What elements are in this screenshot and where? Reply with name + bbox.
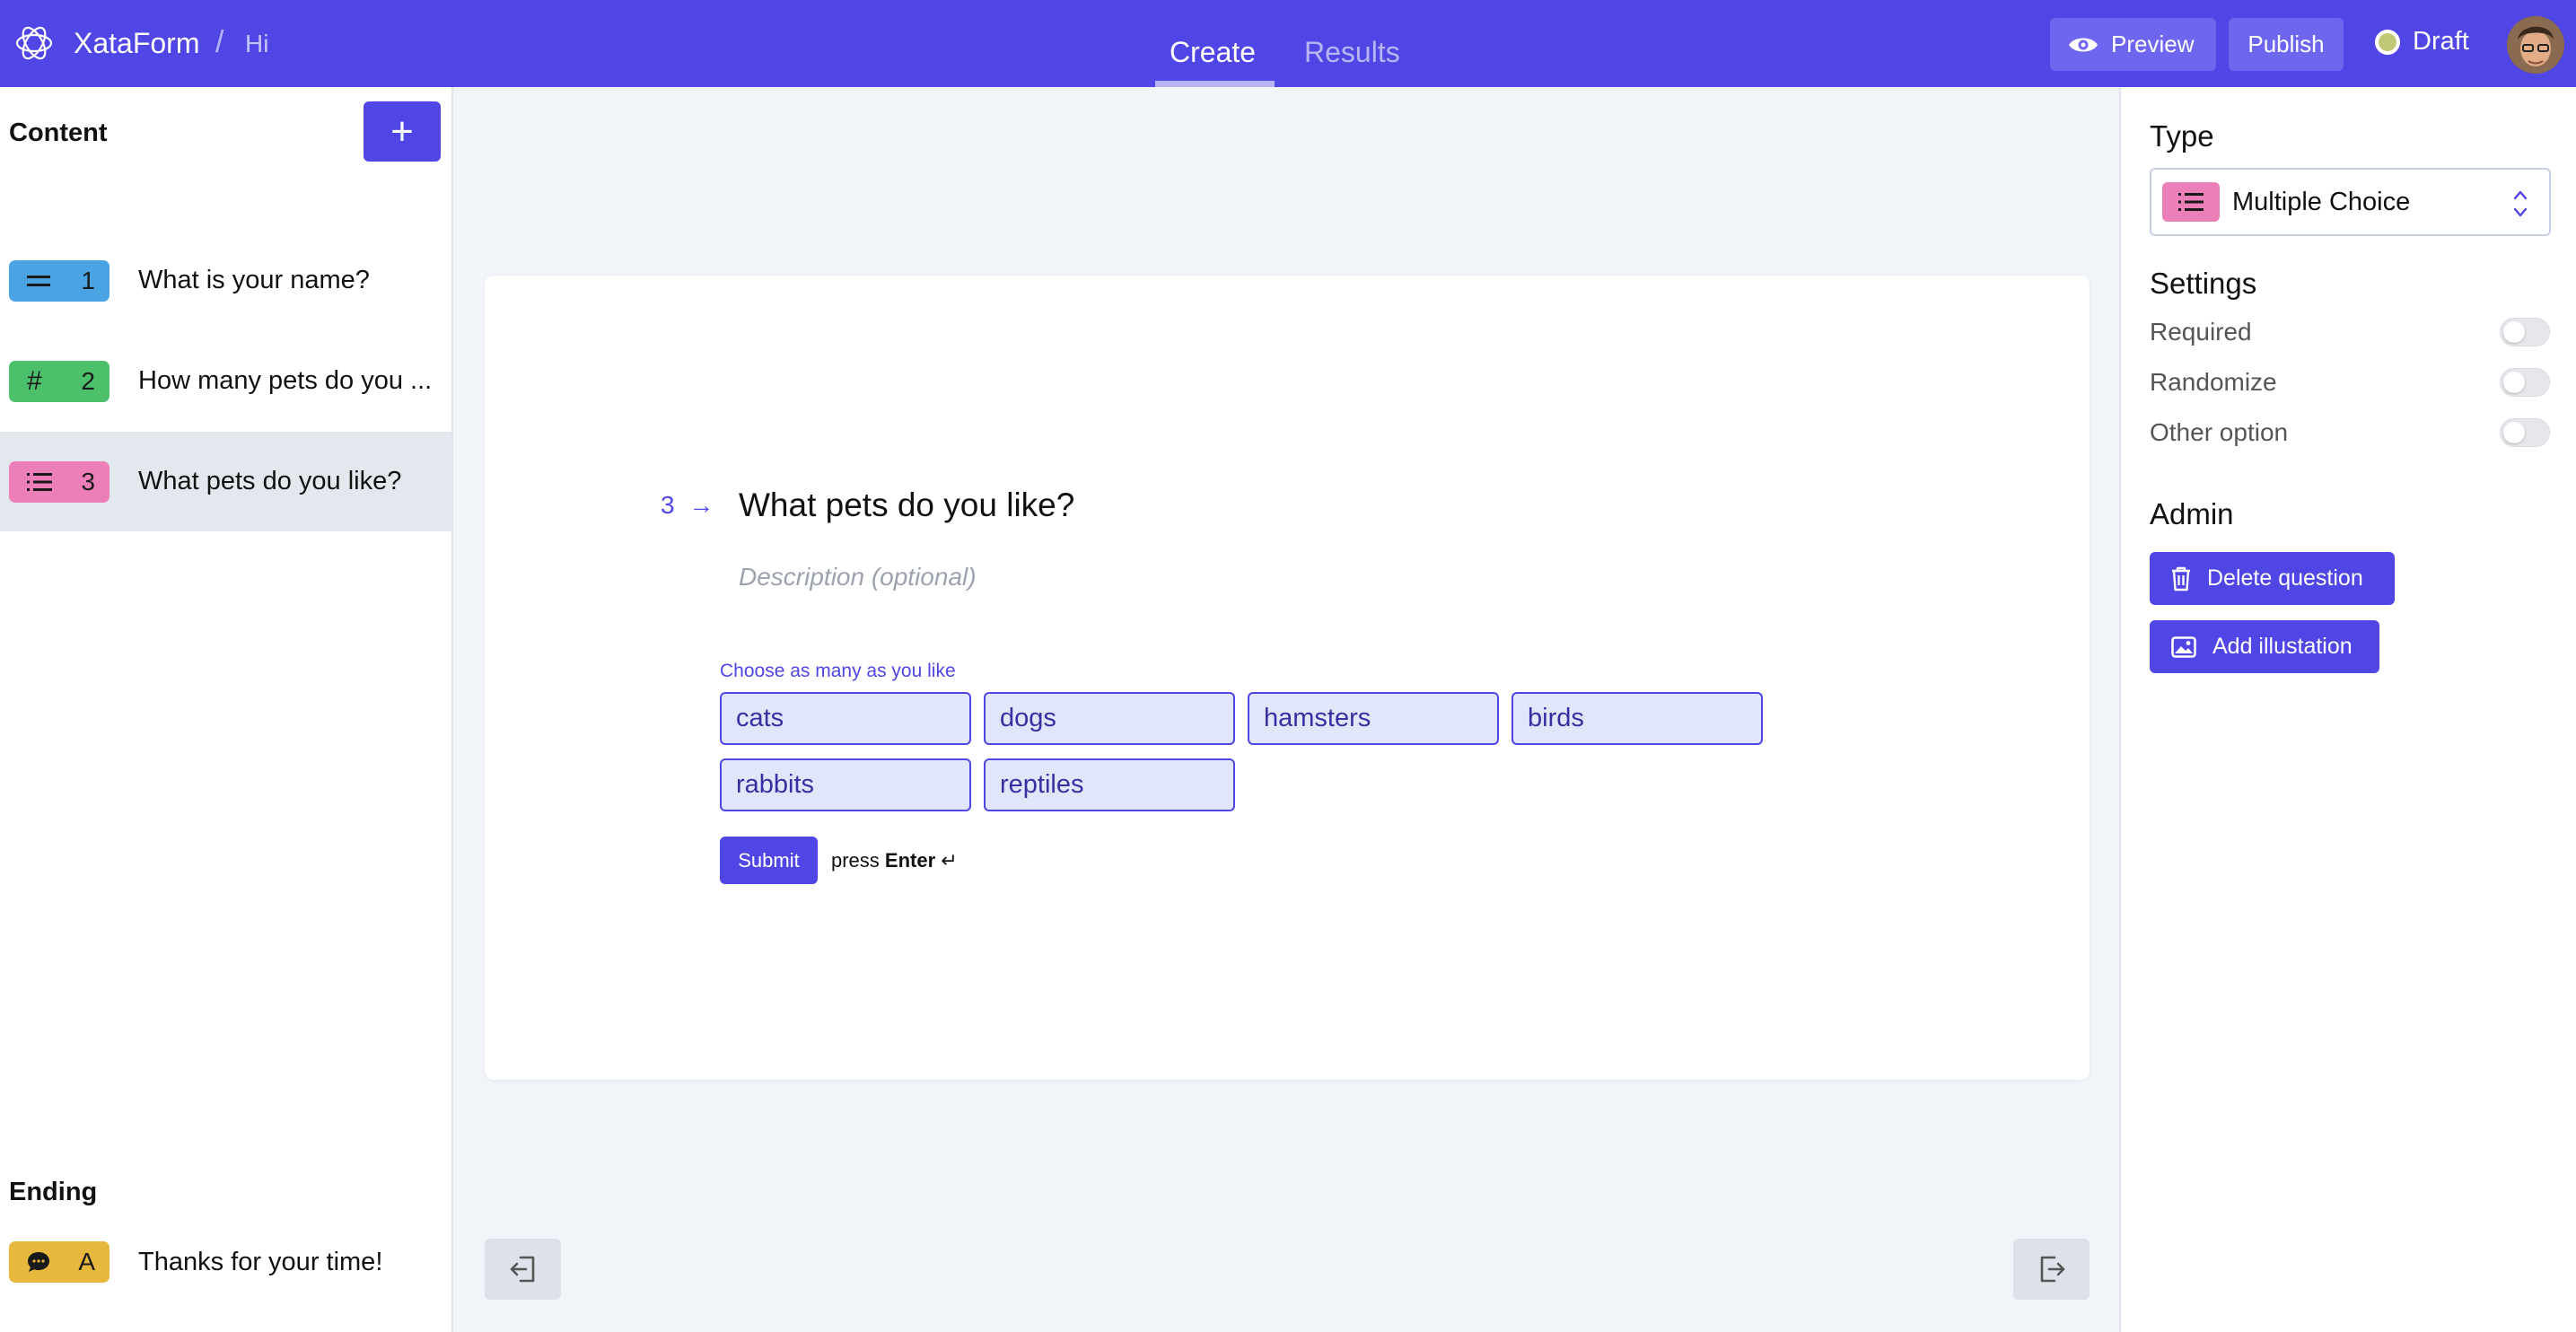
tab-create[interactable]: Create (1170, 36, 1256, 69)
choice-option[interactable]: dogs (984, 692, 1235, 745)
plus-icon: + (390, 109, 414, 153)
list-icon (2162, 182, 2220, 222)
image-icon (2171, 635, 2196, 658)
sign-in-arrow-icon (510, 1256, 534, 1283)
question-badge: 1 (9, 259, 110, 302)
preview-label: Preview (2111, 31, 2195, 57)
other-option-toggle[interactable] (2500, 418, 2550, 447)
randomize-toggle[interactable] (2500, 368, 2550, 397)
press-label: press (831, 849, 880, 872)
question-number: 3 (81, 467, 95, 495)
question-number-text: 3 (661, 491, 675, 519)
ending-badge: A (9, 1241, 110, 1283)
setting-label: Other option (2150, 418, 2289, 446)
sidebar-item-question-1[interactable]: 1 What is your name? (0, 231, 451, 330)
choice-option[interactable]: hamsters (1248, 692, 1499, 745)
question-badge: # 2 (9, 360, 110, 402)
ending-label: Thanks for your time! (138, 1247, 383, 1276)
enter-label: Enter (884, 849, 936, 872)
sidebar-item-question-3[interactable]: 3 What pets do you like? (0, 432, 451, 531)
chevron-up-down-icon (2513, 190, 2528, 217)
status-badge: Draft (2375, 27, 2469, 57)
choice-option[interactable]: rabbits (720, 758, 971, 811)
question-number-indicator: 3 → (661, 491, 714, 520)
question-title-input[interactable]: What pets do you like? (739, 486, 1074, 524)
setting-required: Required (2150, 314, 2550, 350)
app-name[interactable]: XataForm (74, 27, 199, 60)
setting-other-option: Other option (2150, 415, 2550, 451)
question-type-select[interactable]: Multiple Choice (2150, 168, 2551, 236)
active-tab-indicator (1155, 81, 1275, 87)
avatar[interactable] (2507, 16, 2564, 74)
sidebar-item-question-2[interactable]: # 2 How many pets do you ... (0, 331, 451, 431)
question-label: What pets do you like? (138, 467, 402, 495)
publish-label: Publish (2247, 31, 2325, 57)
type-title: Type (2150, 119, 2214, 153)
add-illustration-label: Add illustation (2212, 634, 2353, 659)
xataform-logo-icon[interactable] (13, 22, 56, 65)
choice-option[interactable]: reptiles (984, 758, 1235, 811)
sidebar-item-ending[interactable]: A Thanks for your time! (0, 1222, 451, 1302)
question-badge: 3 (9, 460, 110, 503)
trash-icon (2172, 566, 2190, 591)
hash-icon: # (27, 365, 42, 396)
choice-hint: Choose as many as you like (720, 661, 956, 681)
type-value: Multiple Choice (2232, 187, 2411, 216)
question-number: 1 (81, 266, 95, 294)
setting-randomize: Randomize (2150, 364, 2550, 400)
ending-title: Ending (9, 1178, 98, 1206)
required-toggle[interactable] (2500, 318, 2550, 346)
form-name[interactable]: Hi (245, 30, 268, 58)
question-description-input[interactable]: Description (optional) (739, 563, 977, 592)
add-illustration-button[interactable]: Add illustation (2150, 620, 2379, 673)
delete-question-label: Delete question (2207, 565, 2363, 591)
tab-results[interactable]: Results (1304, 36, 1400, 69)
preview-button[interactable]: Preview (2050, 18, 2216, 71)
submit-label: Submit (738, 848, 800, 872)
text-lines-icon (27, 275, 50, 286)
press-enter-hint: press Enter ↵ (831, 849, 958, 872)
settings-title: Settings (2150, 267, 2257, 300)
eye-icon (2069, 38, 2098, 51)
top-bar: XataForm / Hi Create Results Preview Pub… (0, 0, 2576, 87)
question-label: What is your name? (138, 266, 370, 294)
settings-panel: Type Multiple Choice Settings Required R… (2119, 87, 2576, 1332)
breadcrumb-separator: / (215, 25, 224, 59)
publish-button[interactable]: Publish (2229, 18, 2344, 71)
arrow-right-icon: → (688, 491, 714, 519)
setting-label: Required (2150, 318, 2252, 346)
question-label: How many pets do you ... (138, 366, 433, 395)
previous-question-button[interactable] (485, 1239, 561, 1300)
sidebar: Content + 1 What is your name? # 2 How m… (0, 87, 453, 1332)
status-dot-icon (2375, 29, 2400, 55)
admin-title: Admin (2150, 497, 2234, 530)
choice-option[interactable]: birds (1511, 692, 1763, 745)
chat-bubble-icon (28, 1252, 49, 1272)
list-icon (27, 472, 52, 491)
content-title: Content (9, 118, 108, 147)
next-question-button[interactable] (2013, 1239, 2090, 1300)
choice-option[interactable]: cats (720, 692, 971, 745)
add-question-button[interactable]: + (364, 101, 441, 162)
ending-letter: A (78, 1248, 95, 1275)
enter-key-icon: ↵ (941, 849, 958, 872)
setting-label: Randomize (2150, 368, 2277, 396)
delete-question-button[interactable]: Delete question (2150, 552, 2395, 605)
sign-out-arrow-icon (2040, 1256, 2064, 1283)
status-label: Draft (2413, 27, 2469, 56)
submit-button[interactable]: Submit (720, 837, 818, 884)
question-number: 2 (81, 366, 95, 395)
